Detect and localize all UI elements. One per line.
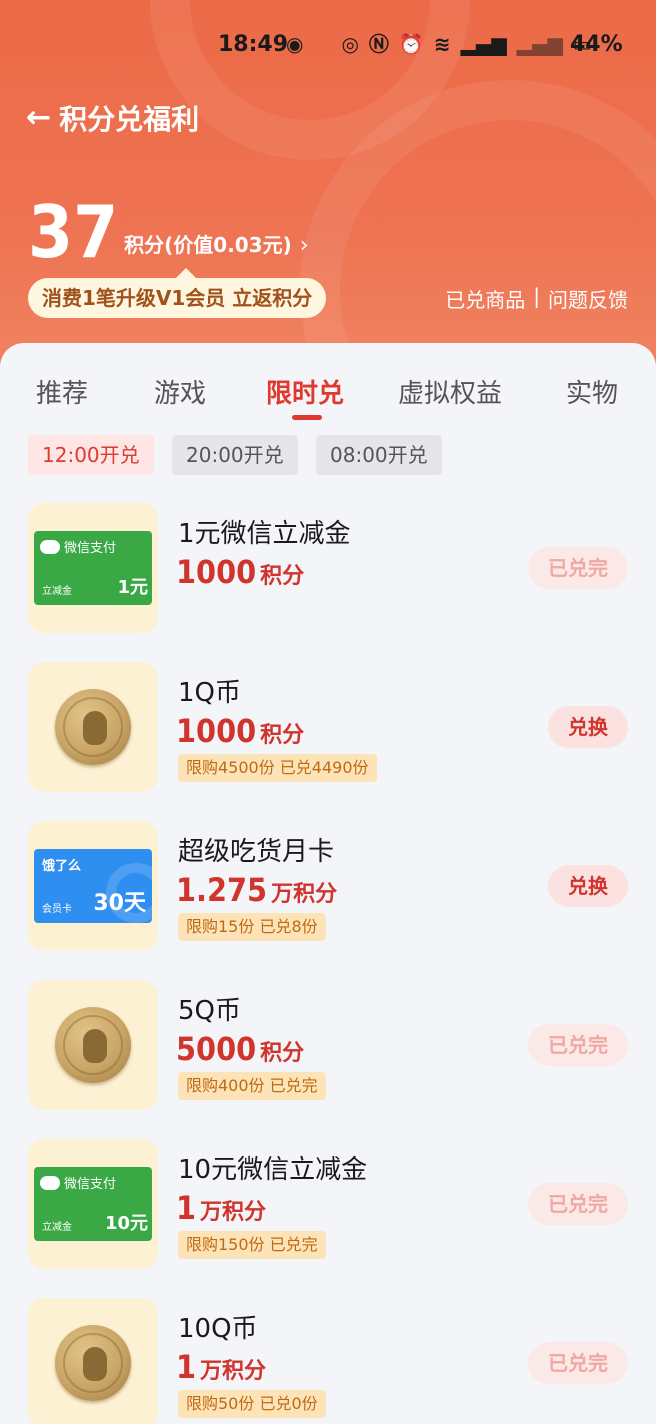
exchanged-items-link[interactable]: 已兑商品 <box>445 284 525 313</box>
price-value: 1 <box>176 1189 197 1227</box>
content-panel: 推荐 游戏 限时兑 虚拟权益 实物 12:00开兑 20:00开兑 08:00开… <box>0 343 656 1424</box>
card-sub: 会员卡 <box>42 904 72 915</box>
price-value: 1 <box>176 1348 197 1386</box>
list-item[interactable]: 微信支付 立减金 1元 1元微信立减金 1000 积分 已兑完 <box>28 503 628 635</box>
item-thumbnail <box>28 662 158 792</box>
price-value: 1.275 <box>176 871 268 909</box>
category-tabs: 推荐 游戏 限时兑 虚拟权益 实物 <box>0 373 656 433</box>
card-brand: 饿了么 <box>42 859 82 874</box>
price-unit: 万积分 <box>200 1359 267 1384</box>
purchase-limit-badge: 限购150份 已兑完 <box>178 1231 326 1259</box>
item-price: 1 万积分 <box>176 1189 266 1227</box>
card-brand: 微信支付 <box>64 1177 117 1192</box>
list-item[interactable]: 5Q币 5000 积分 限购400份 已兑完 已兑完 <box>28 980 628 1112</box>
purchase-limit-badge: 限购50份 已兑0份 <box>178 1390 326 1418</box>
card-brand: 微信支付 <box>64 541 117 556</box>
item-title: 10元微信立减金 <box>178 1155 368 1185</box>
card-amount: 10元 <box>104 1213 148 1234</box>
card-amount: 1元 <box>117 577 148 598</box>
sold-out-button[interactable]: 已兑完 <box>528 1024 628 1066</box>
purchase-limit-badge: 限购15份 已兑8份 <box>178 913 326 941</box>
price-unit: 积分 <box>260 564 305 589</box>
card-sub: 立减金 <box>42 586 72 597</box>
price-value: 1000 <box>176 553 257 591</box>
active-tab-indicator <box>292 415 322 420</box>
q-coin-icon <box>55 1325 131 1401</box>
status-time: 18:49 <box>218 32 289 57</box>
upgrade-tip[interactable]: 消费1笔升级V1会员 立返积分 <box>28 268 327 318</box>
header-links: 已兑商品 | 问题反馈 <box>445 284 628 313</box>
nfc-icon: Ⓝ <box>368 32 389 56</box>
time-slot-1200[interactable]: 12:00开兑 <box>28 435 154 475</box>
wechat-pay-icon <box>40 1175 60 1190</box>
item-title: 超级吃货月卡 <box>178 837 335 867</box>
points-label: 积分(价值0.03元) <box>124 233 292 257</box>
sold-out-button[interactable]: 已兑完 <box>528 1342 628 1384</box>
price-unit: 积分 <box>260 1041 305 1066</box>
tab-games[interactable]: 游戏 <box>154 373 206 410</box>
item-price: 1000 积分 <box>176 553 304 591</box>
wifi-icon: ≋ <box>433 32 451 56</box>
battery-percentage: 44% <box>570 32 623 57</box>
list-item[interactable]: 10Q币 1 万积分 限购50份 已兑0份 已兑完 <box>28 1298 628 1424</box>
wechat-pay-icon <box>40 539 60 554</box>
item-thumbnail: 微信支付 立减金 10元 <box>28 1139 158 1269</box>
item-thumbnail: 微信支付 立减金 1元 <box>28 503 158 633</box>
price-value: 1000 <box>176 712 257 750</box>
status-icons: ◉ ◎ Ⓝ ⏰ ≋ ▂▄▆ ▂▄▆ ▭ <box>286 32 592 56</box>
price-unit: 万积分 <box>200 1200 267 1225</box>
q-coin-icon <box>55 689 131 765</box>
item-price: 1000 积分 <box>176 712 304 750</box>
time-slot-2000[interactable]: 20:00开兑 <box>172 435 298 475</box>
exchange-button[interactable]: 兑换 <box>548 706 628 748</box>
list-item[interactable]: 饿了么 会员卡 30天 超级吃货月卡 1.275 万积分 限购15份 已兑8份 … <box>28 821 628 953</box>
item-thumbnail <box>28 1298 158 1424</box>
tab-limited-time[interactable]: 限时兑 <box>266 373 344 410</box>
signal-icon: ▂▄▆ <box>460 32 507 56</box>
item-title: 1元微信立减金 <box>178 519 351 549</box>
price-unit: 积分 <box>260 723 305 748</box>
status-bar: 18:49 ◉ ◎ Ⓝ ⏰ ≋ ▂▄▆ ▂▄▆ ▭ 44% <box>0 22 656 66</box>
item-price: 5000 积分 <box>176 1030 304 1068</box>
points-summary[interactable]: 37 积分(价值0.03元) › <box>28 192 309 272</box>
sold-out-button[interactable]: 已兑完 <box>528 1183 628 1225</box>
item-thumbnail <box>28 980 158 1110</box>
list-item[interactable]: 1Q币 1000 积分 限购4500份 已兑4490份 兑换 <box>28 662 628 794</box>
wechat-voucher-card: 微信支付 立减金 1元 <box>34 531 152 605</box>
item-title: 1Q币 <box>178 678 242 708</box>
exchange-button[interactable]: 兑换 <box>548 865 628 907</box>
price-value: 5000 <box>176 1030 257 1068</box>
sold-out-button[interactable]: 已兑完 <box>528 547 628 589</box>
chevron-right-icon: › <box>299 233 309 258</box>
item-price: 1 万积分 <box>176 1348 266 1386</box>
purchase-limit-badge: 限购4500份 已兑4490份 <box>178 754 377 782</box>
wechat-icon: ◉ <box>286 32 304 56</box>
tab-physical[interactable]: 实物 <box>566 373 618 410</box>
signal-icon: ▂▄▆ <box>516 32 563 56</box>
list-item[interactable]: 微信支付 立减金 10元 10元微信立减金 1 万积分 限购150份 已兑完 已… <box>28 1139 628 1271</box>
points-value: 37 <box>28 190 119 274</box>
link-divider: | <box>533 284 540 308</box>
card-amount: 30天 <box>93 891 146 916</box>
eye-icon: ◎ <box>341 32 359 56</box>
back-arrow-icon[interactable]: ← <box>26 98 51 138</box>
wechat-voucher-card: 微信支付 立减金 10元 <box>34 1167 152 1241</box>
item-thumbnail: 饿了么 会员卡 30天 <box>28 821 158 951</box>
q-coin-icon <box>55 1007 131 1083</box>
item-price: 1.275 万积分 <box>176 871 337 909</box>
time-slot-0800[interactable]: 08:00开兑 <box>316 435 442 475</box>
eleme-member-card: 饿了么 会员卡 30天 <box>34 849 152 923</box>
purchase-limit-badge: 限购400份 已兑完 <box>178 1072 326 1100</box>
tab-recommend[interactable]: 推荐 <box>36 373 88 410</box>
item-title: 10Q币 <box>178 1314 258 1344</box>
feedback-link[interactable]: 问题反馈 <box>548 284 628 313</box>
price-unit: 万积分 <box>271 882 338 907</box>
top-nav: ← 积分兑福利 <box>26 98 199 138</box>
item-title: 5Q币 <box>178 996 242 1026</box>
page-title: 积分兑福利 <box>59 103 200 136</box>
card-sub: 立减金 <box>42 1222 72 1233</box>
alarm-icon: ⏰ <box>398 32 424 56</box>
tab-virtual[interactable]: 虚拟权益 <box>398 373 502 410</box>
